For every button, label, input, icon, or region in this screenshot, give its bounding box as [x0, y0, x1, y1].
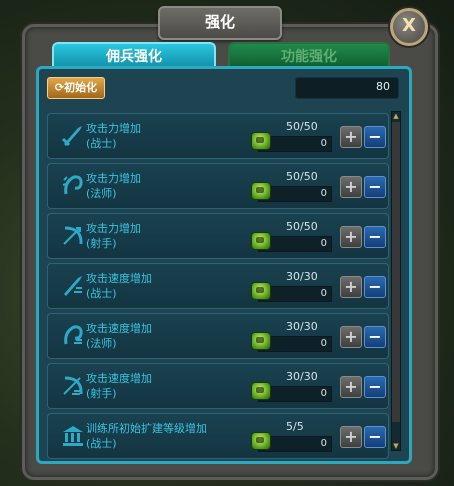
- upgrade-title: 攻击速度增加: [86, 322, 152, 335]
- decrease-button[interactable]: −: [364, 176, 386, 198]
- decrease-button[interactable]: −: [364, 226, 386, 248]
- points-display: 80: [295, 77, 399, 99]
- upgrade-title: 攻击速度增加: [86, 272, 152, 285]
- upgrade-class: (法师): [86, 187, 117, 200]
- reset-button[interactable]: ⟳初始化: [47, 77, 105, 99]
- coin-icon: [251, 332, 271, 350]
- magic-icon: [60, 172, 86, 198]
- upgrade-cost-value: 0: [320, 238, 327, 249]
- increase-button[interactable]: +: [340, 276, 362, 298]
- reset-label: 初始化: [64, 81, 98, 94]
- close-button[interactable]: X: [390, 8, 428, 46]
- sword-icon: [60, 122, 86, 148]
- upgrade-class: (射手): [86, 387, 117, 400]
- upgrade-class: (战士): [86, 137, 117, 150]
- increase-button[interactable]: +: [340, 326, 362, 348]
- coin-icon: [251, 182, 271, 200]
- bow-icon: [60, 222, 86, 248]
- upgrade-class: (战士): [86, 437, 117, 450]
- upgrade-row: 攻击速度增加 (战士) 30/30 0 + −: [47, 263, 389, 309]
- upgrade-title: 攻击力增加: [86, 172, 141, 185]
- upgrade-cost-value: 0: [320, 188, 327, 199]
- upgrade-level: 30/30: [286, 370, 318, 383]
- coin-icon: [251, 382, 271, 400]
- scroll-up-arrow-icon[interactable]: ▲: [392, 112, 400, 120]
- scroll-thumb[interactable]: [392, 122, 400, 422]
- magic-speed-icon: [60, 322, 86, 348]
- upgrade-title: 攻击力增加: [86, 122, 141, 135]
- upgrade-cost-value: 0: [320, 288, 327, 299]
- upgrade-title: 训练所初始扩建等级增加: [86, 422, 207, 435]
- building-icon: [60, 422, 86, 448]
- decrease-button[interactable]: −: [364, 126, 386, 148]
- increase-button[interactable]: +: [340, 176, 362, 198]
- upgrade-class: (战士): [86, 287, 117, 300]
- sword-speed-icon: [60, 272, 86, 298]
- upgrade-title: 攻击力增加: [86, 222, 141, 235]
- coin-icon: [251, 232, 271, 250]
- increase-button[interactable]: +: [340, 376, 362, 398]
- decrease-button[interactable]: −: [364, 326, 386, 348]
- upgrade-row: 攻击力增加 (法师) 50/50 0 + −: [47, 163, 389, 209]
- upgrade-title: 攻击速度增加: [86, 372, 152, 385]
- upgrade-row: 攻击力增加 (射手) 50/50 0 + −: [47, 213, 389, 259]
- coin-icon: [251, 132, 271, 150]
- scrollbar[interactable]: ▲ ▼: [391, 111, 401, 451]
- coin-icon: [251, 432, 271, 450]
- bow-speed-icon: [60, 372, 86, 398]
- upgrade-row: 攻击速度增加 (法师) 30/30 0 + −: [47, 313, 389, 359]
- toolbar: ⟳初始化 80: [39, 69, 409, 109]
- upgrade-class: (法师): [86, 337, 117, 350]
- upgrade-cost-value: 0: [320, 388, 327, 399]
- upgrade-row: 攻击力增加 (战士) 50/50 0 + −: [47, 113, 389, 159]
- increase-button[interactable]: +: [340, 126, 362, 148]
- enhance-panel: ⟳初始化 80 攻击力增加 (战士) 50/50 0 + − 攻击力增加 (法师) 50/50 0…: [36, 66, 412, 464]
- upgrade-class: (射手): [86, 237, 117, 250]
- upgrade-level: 50/50: [286, 220, 318, 233]
- upgrade-row: 训练所初始扩建等级增加 (战士) 5/5 0 + −: [47, 413, 389, 459]
- increase-button[interactable]: +: [340, 226, 362, 248]
- upgrade-level: 50/50: [286, 170, 318, 183]
- scroll-down-arrow-icon[interactable]: ▼: [392, 442, 400, 450]
- dialog-title: 强化: [158, 6, 282, 40]
- upgrade-cost-value: 0: [320, 338, 327, 349]
- decrease-button[interactable]: −: [364, 376, 386, 398]
- upgrade-level: 30/30: [286, 320, 318, 333]
- upgrade-cost-value: 0: [320, 138, 327, 149]
- decrease-button[interactable]: −: [364, 426, 386, 448]
- increase-button[interactable]: +: [340, 426, 362, 448]
- upgrade-level: 5/5: [286, 420, 304, 433]
- upgrade-level: 30/30: [286, 270, 318, 283]
- refresh-icon: ⟳: [54, 81, 65, 94]
- upgrade-level: 50/50: [286, 120, 318, 133]
- upgrade-row: 攻击速度增加 (射手) 30/30 0 + −: [47, 363, 389, 409]
- coin-icon: [251, 282, 271, 300]
- upgrade-cost-value: 0: [320, 438, 327, 449]
- points-value: 80: [376, 80, 390, 93]
- decrease-button[interactable]: −: [364, 276, 386, 298]
